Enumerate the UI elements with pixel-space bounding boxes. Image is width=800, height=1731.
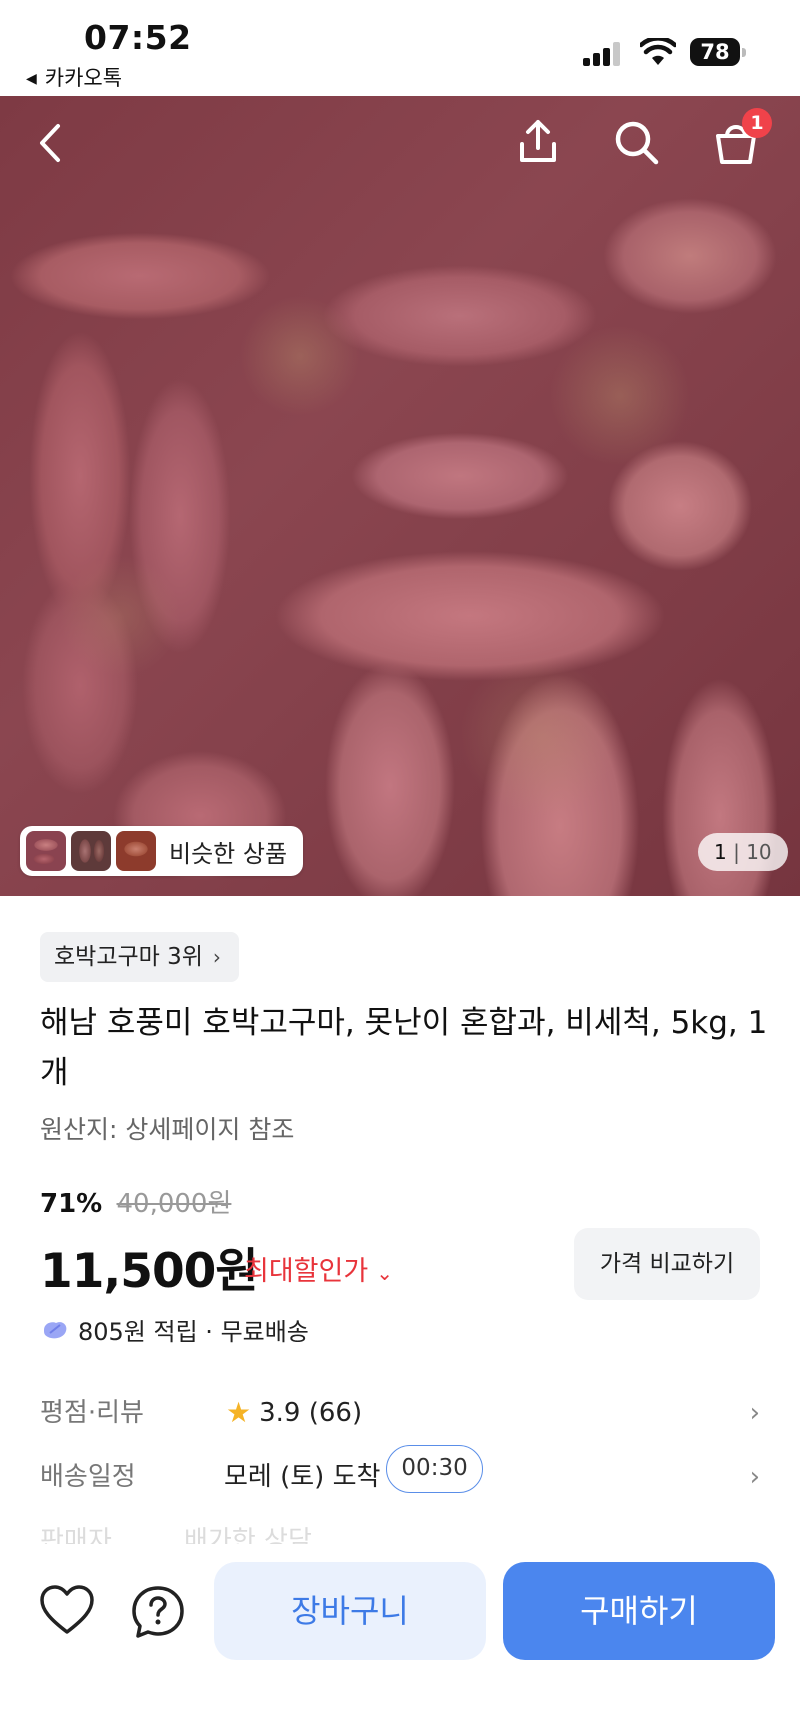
similar-thumb (71, 831, 111, 871)
sale-price: 11,500원 (40, 1244, 259, 1299)
points-text: 805원 적립 · 무료배송 (78, 1318, 309, 1346)
product-origin: 원산지: 상세페이지 참조 (40, 1115, 295, 1144)
star-icon: ★ (226, 1396, 252, 1429)
discount-percent: 71% (40, 1189, 103, 1219)
image-pager: 1 | 10 (698, 833, 788, 871)
delivery-label: 배송일정 (40, 1462, 136, 1492)
rating-review-row[interactable]: 평점·리뷰 ★ 3.9 (66) › (40, 1388, 760, 1438)
cart-count-badge: 1 (742, 108, 772, 138)
battery-indicator: 78 (690, 38, 746, 68)
back-triangle-icon: ◀ (26, 71, 37, 87)
battery-level: 78 (690, 38, 740, 66)
product-image[interactable] (0, 96, 800, 896)
max-discount-label: 최대할인가 (244, 1256, 369, 1287)
chevron-right-icon: › (749, 1462, 760, 1492)
category-rank-chip[interactable]: 호박고구마 3위 › (40, 932, 239, 982)
discount-row: 71% 40,000원 (40, 1183, 231, 1220)
similar-thumb (26, 831, 66, 871)
status-bar: 07:52 ◀ 카카오톡 78 (0, 0, 800, 96)
chevron-right-icon: › (749, 1398, 760, 1428)
max-discount-dropdown[interactable]: 최대할인가 ⌄ (244, 1249, 393, 1288)
points-shipping-info: 805원 적립 · 무료배송 (40, 1312, 309, 1347)
cellular-signal-icon (583, 42, 625, 66)
share-icon[interactable] (516, 118, 560, 166)
similar-products-button[interactable]: 비슷한 상품 (20, 826, 304, 876)
chevron-down-icon: ⌄ (376, 1261, 393, 1285)
price-compare-button[interactable]: 가격 비교하기 (574, 1228, 760, 1300)
help-question-icon[interactable] (130, 1584, 186, 1640)
pager-current: 1 (714, 840, 727, 864)
search-icon[interactable] (612, 118, 662, 168)
delivery-schedule-row[interactable]: 배송일정 모레 (토) 도착 00:30 › (40, 1445, 760, 1502)
similar-products-label: 비슷한 상품 (169, 839, 288, 868)
original-price: 40,000원 (116, 1189, 232, 1219)
rating-value: 3.9 (66) (259, 1398, 363, 1428)
chevron-right-icon: › (212, 945, 221, 969)
pager-total: 10 (746, 840, 772, 864)
rank-label: 호박고구마 3위 (54, 944, 203, 970)
wifi-icon (640, 38, 676, 65)
back-app-label: 카카오톡 (44, 66, 123, 90)
rating-label: 평점·리뷰 (40, 1398, 144, 1428)
similar-thumb (116, 831, 156, 871)
back-to-app-link[interactable]: ◀ 카카오톡 (26, 62, 122, 92)
product-title: 해남 호풍미 호박고구마, 못난이 혼합과, 비세척, 5kg, 1개 (40, 1005, 768, 1091)
add-to-cart-button[interactable]: 장바구니 (214, 1562, 486, 1660)
delivery-value: 모레 (토) 도착 (224, 1462, 381, 1492)
buy-now-button[interactable]: 구매하기 (503, 1562, 775, 1660)
back-icon[interactable] (36, 122, 66, 164)
heart-icon[interactable] (38, 1584, 96, 1636)
status-time: 07:52 (84, 18, 192, 57)
delivery-timer: 00:30 (386, 1445, 483, 1493)
points-gem-icon (44, 1321, 67, 1338)
